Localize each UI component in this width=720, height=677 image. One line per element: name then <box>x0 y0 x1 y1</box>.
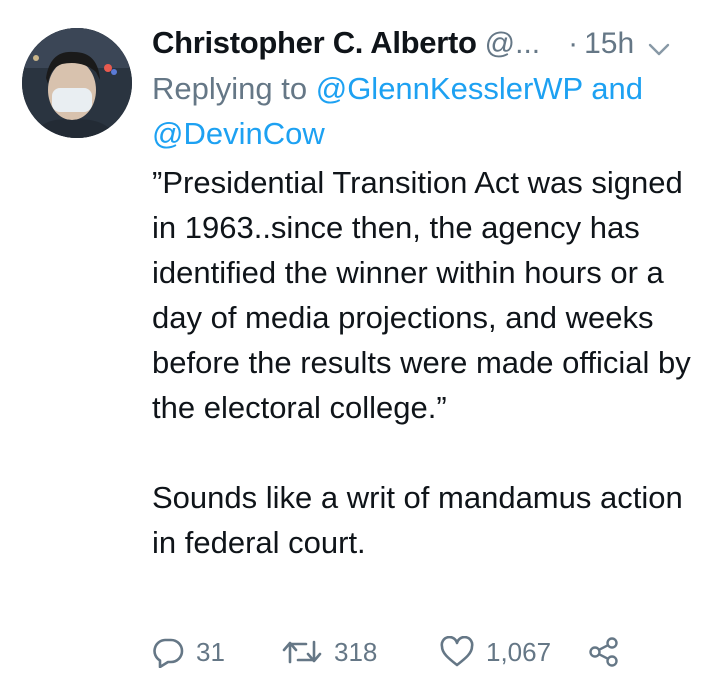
replying-to: Replying to @GlennKesslerWP and @DevinCow <box>152 66 712 156</box>
reply-icon <box>152 636 184 668</box>
author-name[interactable]: Christopher C. Alberto <box>152 20 477 66</box>
chevron-down-icon[interactable] <box>648 30 670 76</box>
author-handle[interactable]: @... <box>485 21 540 67</box>
heart-icon <box>440 636 474 668</box>
tweet-header: Christopher C. Alberto @... · 15h <box>152 20 712 66</box>
retweet-count: 318 <box>334 636 378 667</box>
like-count: 1,067 <box>486 636 552 667</box>
reply-count: 31 <box>196 636 225 667</box>
tweet-text: ”Presidential Transition Act was signed … <box>152 165 691 560</box>
timestamp[interactable]: 15h <box>584 21 634 67</box>
separator-dot: · <box>568 27 579 60</box>
retweet-button[interactable]: 318 <box>282 636 440 668</box>
reply-button[interactable]: 31 <box>152 636 282 668</box>
avatar[interactable] <box>22 28 132 138</box>
reply-and[interactable]: and <box>583 71 643 106</box>
tweet: Christopher C. Alberto @... · 15h Replyi… <box>0 0 720 677</box>
mention-link[interactable]: @DevinCow <box>152 116 325 151</box>
tweet-content: Christopher C. Alberto @... · 15h Replyi… <box>152 20 712 565</box>
mention-link[interactable]: @GlennKesslerWP <box>316 71 583 106</box>
retweet-icon <box>282 636 322 668</box>
reply-prefix: Replying to <box>152 71 316 106</box>
share-button[interactable] <box>588 636 620 668</box>
like-button[interactable]: 1,067 <box>440 636 588 668</box>
share-icon <box>588 636 620 668</box>
action-bar: 31 318 1,067 <box>152 632 620 672</box>
avatar-photo <box>22 28 132 138</box>
